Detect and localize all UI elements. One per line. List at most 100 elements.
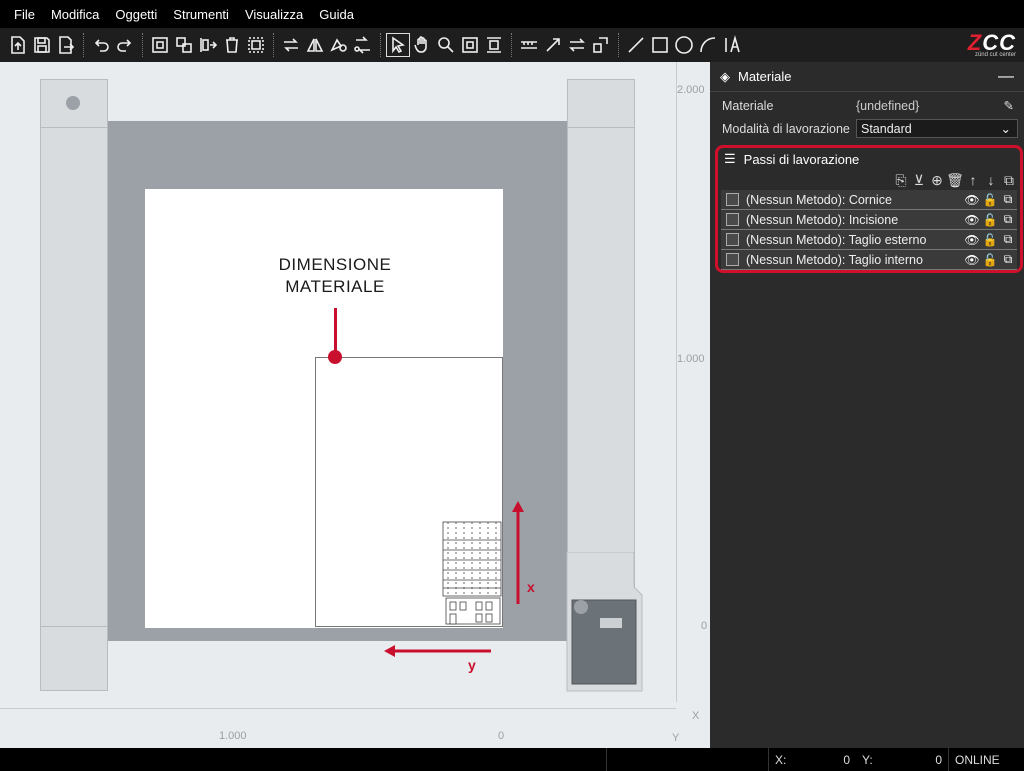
swap-icon[interactable] xyxy=(566,34,588,56)
text-path-icon[interactable] xyxy=(590,34,612,56)
unlock-icon[interactable]: 🔓 xyxy=(981,233,999,247)
arc-icon[interactable] xyxy=(697,34,719,56)
step-row[interactable]: (Nessun Metodo): Incisione 👁 🔓 ⧉ xyxy=(721,210,1017,230)
unlock-icon[interactable]: 🔓 xyxy=(981,193,999,207)
axis-x-corner: X xyxy=(692,710,700,722)
transform-icon[interactable] xyxy=(352,34,374,56)
export-icon[interactable] xyxy=(55,34,77,56)
steps-toolbar: ⎘ ⊻ ⊕ 🗑 ↑ ↓ ⧉ xyxy=(718,170,1020,190)
mode-select[interactable]: Standard ⌄ xyxy=(856,119,1018,138)
step-name: (Nessun Metodo): Incisione xyxy=(746,212,899,227)
menu-oggetti[interactable]: Oggetti xyxy=(115,7,157,22)
arrow-icon[interactable] xyxy=(542,34,564,56)
rectangle-icon[interactable] xyxy=(649,34,671,56)
menu-visualizza[interactable]: Visualizza xyxy=(245,7,303,22)
toolbar-separator xyxy=(380,33,381,57)
ruler-tick-label: 0 xyxy=(701,620,708,632)
measure-icon[interactable] xyxy=(518,34,540,56)
group-icon[interactable] xyxy=(149,34,171,56)
job-artwork[interactable] xyxy=(440,520,502,626)
pointer-icon[interactable] xyxy=(386,33,410,57)
redo-icon[interactable] xyxy=(114,34,136,56)
pan-icon[interactable] xyxy=(411,34,433,56)
ungroup-icon[interactable] xyxy=(173,34,195,56)
add-tool-icon[interactable]: ⊕ xyxy=(928,172,946,189)
eye-icon[interactable]: 👁 xyxy=(963,213,981,227)
menu-file[interactable]: File xyxy=(14,7,35,22)
chevron-down-icon: ⌄ xyxy=(1000,122,1011,136)
material-label: Materiale xyxy=(722,98,774,113)
ruler-tick-label: 1.000 xyxy=(219,730,247,742)
copy-icon[interactable]: ⧉ xyxy=(999,252,1017,267)
copy-step-icon[interactable]: ⧉ xyxy=(1000,172,1018,189)
circle-icon[interactable] xyxy=(673,34,695,56)
save-icon[interactable] xyxy=(31,34,53,56)
status-x: X: 0 xyxy=(768,748,856,771)
annotation-dot xyxy=(328,350,342,364)
connection-status: ONLINE xyxy=(948,748,1024,771)
step-checkbox[interactable] xyxy=(726,233,739,246)
step-checkbox[interactable] xyxy=(726,213,739,226)
mirror-icon[interactable] xyxy=(304,34,326,56)
toolbar-separator xyxy=(511,33,512,57)
step-checkbox[interactable] xyxy=(726,253,739,266)
menu-strumenti[interactable]: Strumenti xyxy=(173,7,229,22)
align-icon[interactable] xyxy=(197,34,219,56)
step-row[interactable]: (Nessun Metodo): Taglio interno 👁 🔓 ⧉ xyxy=(721,250,1017,270)
unlock-icon[interactable]: 🔓 xyxy=(981,253,999,267)
material-value: {undefined} xyxy=(856,98,920,113)
toolbar-separator xyxy=(83,33,84,57)
material-header[interactable]: ◈ Materiale — xyxy=(710,62,1024,92)
toolbar-separator xyxy=(273,33,274,57)
tool-head-carriage xyxy=(566,552,643,692)
step-row[interactable]: (Nessun Metodo): Taglio esterno 👁 🔓 ⧉ xyxy=(721,230,1017,250)
unlock-icon[interactable]: 🔓 xyxy=(981,213,999,227)
move-up-icon[interactable]: ↑ xyxy=(964,172,982,188)
eye-icon[interactable]: 👁 xyxy=(963,193,981,207)
step-checkbox[interactable] xyxy=(726,193,739,206)
eye-icon[interactable]: 👁 xyxy=(963,253,981,267)
menu-modifica[interactable]: Modifica xyxy=(51,7,99,22)
copy-icon[interactable]: ⧉ xyxy=(999,192,1017,207)
add-step-icon[interactable]: ⊻ xyxy=(910,172,928,189)
copy-icon[interactable]: ⧉ xyxy=(999,232,1017,247)
line-icon[interactable] xyxy=(625,34,647,56)
toolbar: ZCC zünd cut center xyxy=(0,28,1024,62)
step-row[interactable]: (Nessun Metodo): Cornice 👁 🔓 ⧉ xyxy=(721,190,1017,210)
fit-width-icon[interactable] xyxy=(483,34,505,56)
zoom-icon[interactable] xyxy=(435,34,457,56)
annotation-line xyxy=(334,308,337,356)
rotate-icon[interactable] xyxy=(328,34,350,56)
status-y: Y: 0 xyxy=(862,752,942,767)
toolbar-separator xyxy=(142,33,143,57)
fit-icon[interactable] xyxy=(459,34,481,56)
edit-icon[interactable]: ✎ xyxy=(1004,98,1014,113)
status-spacer xyxy=(606,748,768,771)
delete-icon[interactable] xyxy=(221,34,243,56)
vertical-ruler: 2.000 1.000 0 xyxy=(676,62,710,702)
copy-icon[interactable]: ⧉ xyxy=(999,212,1017,227)
undo-icon[interactable] xyxy=(90,34,112,56)
menu-guida[interactable]: Guida xyxy=(319,7,354,22)
menu-bar: File Modifica Oggetti Strumenti Visualiz… xyxy=(0,0,1024,28)
delete-step-icon[interactable]: 🗑 xyxy=(946,172,964,189)
ruler-tick-label: 1.000 xyxy=(677,353,705,365)
select-all-icon[interactable] xyxy=(245,34,267,56)
mode-label: Modalità di lavorazione xyxy=(722,121,850,136)
import-step-icon[interactable]: ⎘ xyxy=(892,172,910,189)
eye-icon[interactable]: 👁 xyxy=(963,233,981,247)
tool-head-marker xyxy=(574,600,588,614)
text-icon[interactable] xyxy=(721,34,743,56)
flip-icon[interactable] xyxy=(280,34,302,56)
collapse-icon[interactable]: — xyxy=(998,68,1014,86)
zcc-logo: ZCC zünd cut center xyxy=(967,30,1016,58)
steps-header[interactable]: ☰ Passi di lavorazione xyxy=(718,148,1020,170)
axis-y-corner: Y xyxy=(672,732,680,744)
move-down-icon[interactable]: ↓ xyxy=(982,172,1000,188)
steps-section: ☰ Passi di lavorazione ⎘ ⊻ ⊕ 🗑 ↑ ↓ ⧉ (Ne… xyxy=(715,145,1023,273)
toolbar-separator xyxy=(618,33,619,57)
status-bar: X: 0 Y: 0 ONLINE xyxy=(0,748,1024,771)
ruler-tick-label: 0 xyxy=(498,730,505,742)
cutting-canvas[interactable]: DIMENSIONE MATERIALE x y 2.000 1.000 0 1… xyxy=(0,62,710,748)
open-icon[interactable] xyxy=(7,34,29,56)
